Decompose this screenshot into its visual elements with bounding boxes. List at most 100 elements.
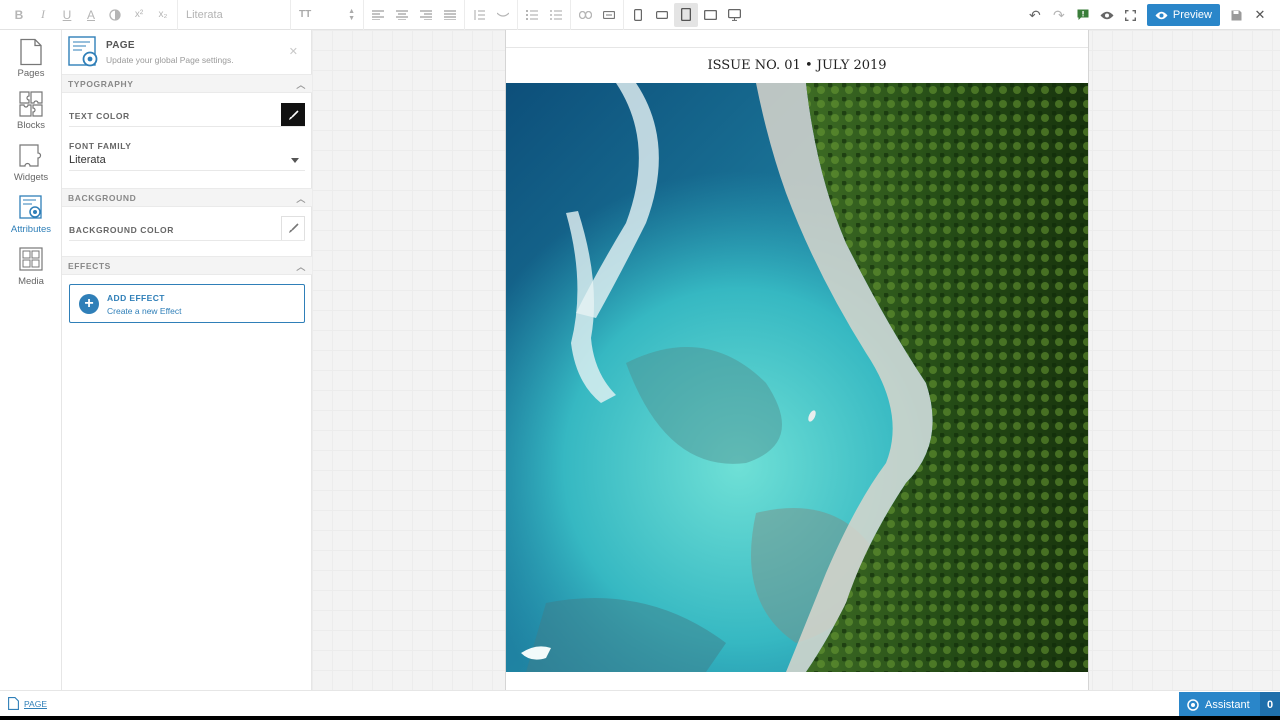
ordered-list-icon[interactable]: [520, 3, 544, 27]
attributes-icon: [19, 195, 42, 219]
save-icon[interactable]: [1224, 3, 1248, 27]
text-color-swatch[interactable]: [281, 103, 305, 127]
assistant-icon: [1187, 698, 1199, 711]
subscript-button[interactable]: x₂: [151, 3, 175, 27]
toolbar-divider: [623, 0, 624, 30]
background-color-swatch[interactable]: [281, 216, 305, 240]
toolbar-divider: [363, 0, 364, 30]
font-family-label: FONT FAMILY: [69, 141, 132, 151]
plus-icon: +: [79, 294, 99, 314]
assistant-count-badge: 0: [1260, 692, 1280, 717]
fullscreen-icon[interactable]: [1119, 3, 1143, 27]
font-color-button[interactable]: A: [79, 3, 103, 27]
blocks-icon: [19, 91, 43, 117]
assistant-button[interactable]: Assistant 0: [1179, 692, 1280, 717]
rail-label: Media: [18, 276, 44, 287]
window-edge: [0, 716, 1280, 720]
close-editor-icon[interactable]: ✕: [1248, 3, 1272, 27]
pages-icon: [20, 38, 42, 66]
rail-item-attributes[interactable]: Attributes: [0, 190, 62, 242]
page-icon: [8, 697, 19, 710]
brush-icon: [288, 223, 299, 233]
undo-icon[interactable]: ↶: [1023, 3, 1047, 27]
rail-item-widgets[interactable]: Widgets: [0, 138, 62, 190]
rail-item-media[interactable]: Media: [0, 242, 62, 294]
font-family-select[interactable]: Literata: [69, 154, 106, 166]
mobile-portrait-icon[interactable]: [626, 3, 650, 27]
section-typography[interactable]: TYPOGRAPHY ︿: [62, 74, 312, 93]
toolbar-divider: [517, 0, 518, 30]
comment-icon[interactable]: [1071, 3, 1095, 27]
aerial-beach-photo[interactable]: [506, 83, 1088, 672]
rail-label: Widgets: [13, 172, 49, 183]
toolbar-divider: [290, 0, 291, 30]
preview-button[interactable]: Preview: [1146, 4, 1220, 26]
panel-header: PAGE Update your global Page settings. ✕: [62, 30, 312, 74]
bold-button[interactable]: B: [7, 3, 31, 27]
caret-down-icon[interactable]: [291, 158, 299, 163]
mobile-landscape-icon[interactable]: [650, 3, 674, 27]
page-preview[interactable]: ISSUE NO. 01 • JULY 2019: [505, 30, 1089, 690]
chevron-up-icon: ︿: [296, 80, 306, 90]
add-effect-button[interactable]: + ADD EFFECT Create a new Effect: [69, 284, 305, 323]
letter-spacing-icon[interactable]: [491, 3, 515, 27]
breadcrumb: PAGE: [8, 697, 47, 710]
editor-canvas: ISSUE NO. 01 • JULY 2019: [312, 30, 1280, 690]
tablet-portrait-icon[interactable]: [674, 2, 698, 27]
media-icon: [19, 247, 43, 271]
align-right-icon[interactable]: [414, 3, 438, 27]
widgets-icon: [19, 144, 42, 167]
unordered-list-icon[interactable]: [544, 3, 568, 27]
align-justify-icon[interactable]: [438, 3, 462, 27]
rail-label: Attributes: [10, 224, 52, 235]
editor-toolbar: B I U A x² x₂ Literata TT ▲ ▼ ↶ ↷ Previe…: [0, 0, 1280, 30]
eye-icon[interactable]: [1095, 3, 1119, 27]
align-center-icon[interactable]: [390, 3, 414, 27]
superscript-button[interactable]: x²: [127, 3, 151, 27]
divider: [69, 170, 305, 171]
section-title: EFFECTS: [68, 260, 111, 271]
breadcrumb-page-link[interactable]: PAGE: [24, 699, 47, 709]
assistant-label: Assistant: [1205, 698, 1250, 711]
eye-icon: [1155, 11, 1168, 19]
line-height-icon[interactable]: [467, 3, 491, 27]
left-nav-rail: Pages Blocks Widgets Attributes Media: [0, 30, 62, 690]
panel-subtitle: Update your global Page settings.: [106, 55, 234, 65]
rail-label: Blocks: [17, 120, 45, 131]
chevron-up-icon: ︿: [296, 194, 306, 204]
highlight-icon[interactable]: [103, 3, 127, 27]
underline-button[interactable]: U: [55, 3, 79, 27]
panel-title: PAGE: [106, 40, 135, 51]
font-size-stepper[interactable]: TT ▲ ▼: [293, 0, 361, 30]
section-title: BACKGROUND: [68, 192, 137, 203]
page-settings-icon: [68, 36, 98, 67]
chevron-up-icon: ︿: [296, 262, 306, 272]
align-left-icon[interactable]: [366, 3, 390, 27]
add-effect-subtitle: Create a new Effect: [107, 306, 182, 316]
toolbar-divider: [464, 0, 465, 30]
background-color-label: BACKGROUND COLOR: [69, 225, 174, 235]
rail-item-blocks[interactable]: Blocks: [0, 86, 62, 138]
section-background[interactable]: BACKGROUND ︿: [62, 188, 312, 207]
link-icon[interactable]: [573, 3, 597, 27]
font-family-select[interactable]: Literata: [180, 0, 288, 30]
tablet-landscape-icon[interactable]: [698, 3, 722, 27]
section-title: TYPOGRAPHY: [68, 78, 134, 89]
redo-icon[interactable]: ↷: [1047, 3, 1071, 27]
rail-item-pages[interactable]: Pages: [0, 34, 62, 86]
brush-icon: [288, 109, 299, 120]
font-size-icon: TT: [299, 9, 312, 20]
text-color-label: TEXT COLOR: [69, 111, 130, 121]
issue-header[interactable]: ISSUE NO. 01 • JULY 2019: [506, 47, 1088, 83]
desktop-icon[interactable]: [722, 3, 746, 27]
rail-label: Pages: [17, 68, 45, 79]
button-block-icon[interactable]: [597, 3, 621, 27]
italic-button[interactable]: I: [31, 3, 55, 27]
divider: [69, 126, 305, 127]
close-icon[interactable]: ✕: [289, 45, 298, 58]
add-effect-title: ADD EFFECT: [107, 293, 165, 303]
section-effects[interactable]: EFFECTS ︿: [62, 256, 312, 275]
toolbar-divider: [570, 0, 571, 30]
toolbar-actions: ↶ ↷ Preview ✕: [1023, 0, 1280, 30]
toolbar-divider: [177, 0, 178, 30]
